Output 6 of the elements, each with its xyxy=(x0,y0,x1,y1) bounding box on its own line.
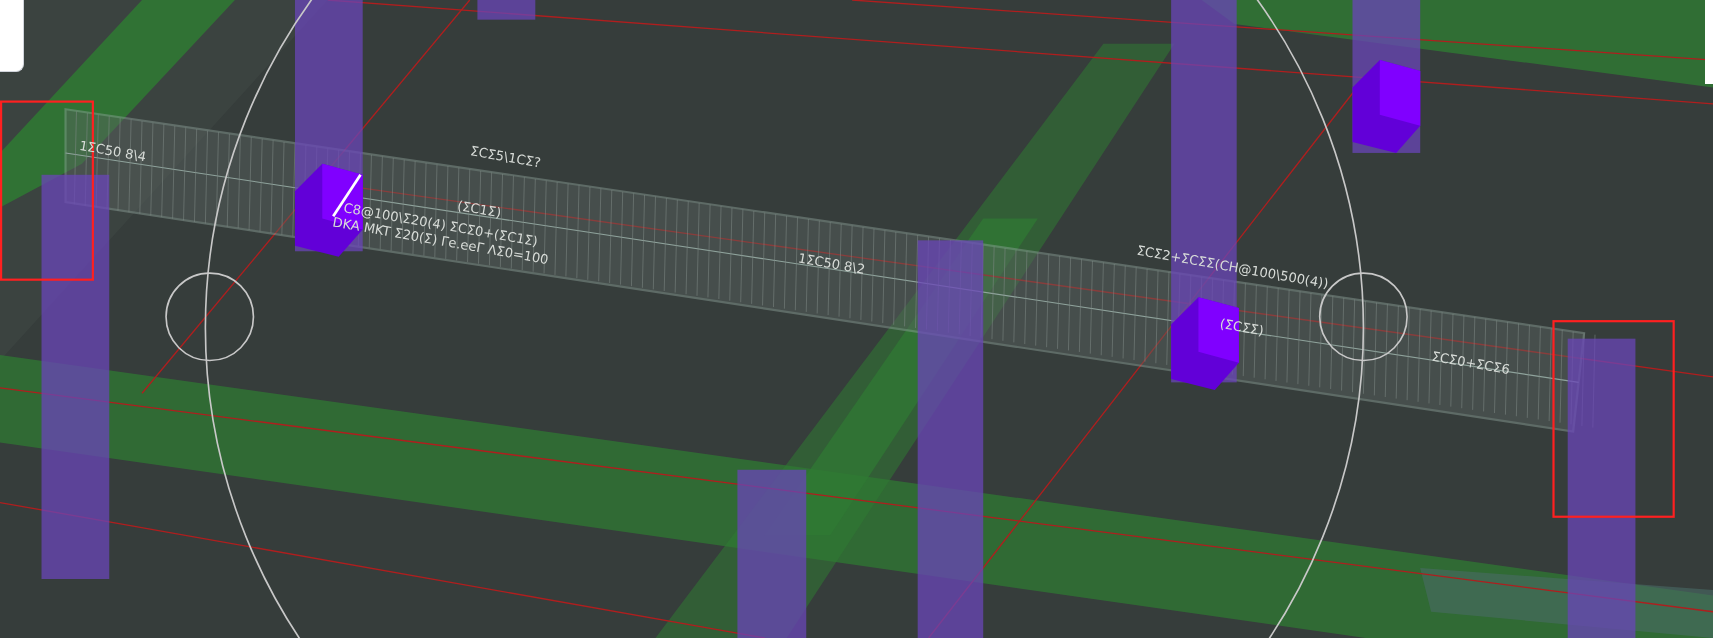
annotation-label: 1ΣC50 8\2 xyxy=(797,250,867,277)
annotation-label: 1ΣC50 8\4 xyxy=(78,137,148,165)
panel-edge xyxy=(0,0,24,72)
annotation-label: (ΣCΣΣ) xyxy=(1218,315,1265,339)
annotation-label: (ΣC1Σ) xyxy=(456,197,503,221)
annotation-label: ΣCΣ5\1CΣ? xyxy=(469,143,542,171)
